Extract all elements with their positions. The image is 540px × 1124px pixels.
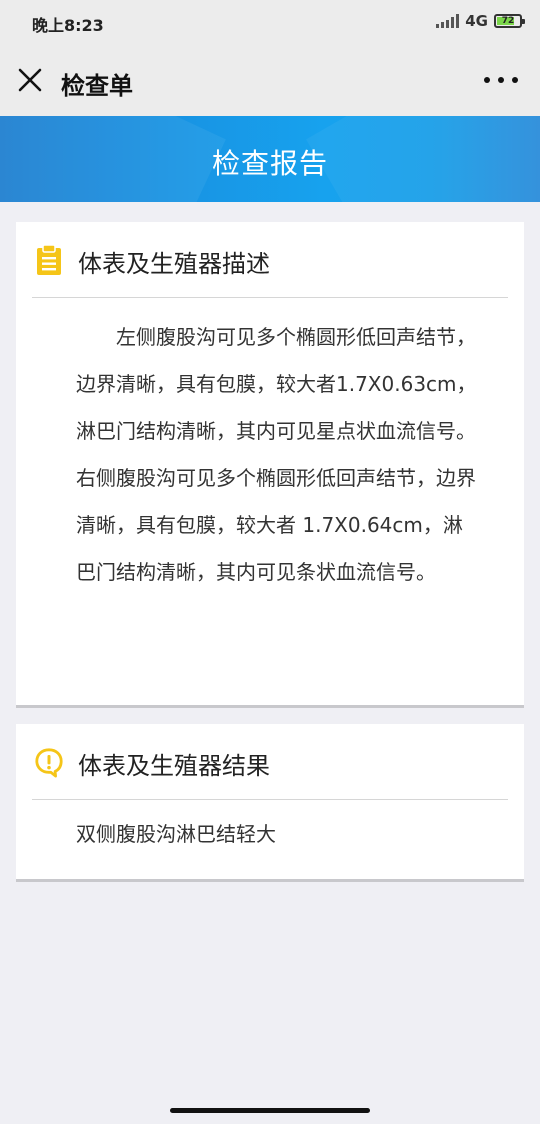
status-time: 晚上8:23 — [32, 16, 104, 35]
description-text: 左侧腹股沟可见多个椭圆形低回声结节，边界清晰，具有包膜，较大者1.7X0.63c… — [76, 325, 506, 584]
page-title: 检查单 — [61, 72, 133, 100]
clipboard-icon — [37, 244, 61, 275]
banner-title: 检查报告 — [211, 147, 328, 180]
status-bar: 晚上8:23 4G 72 — [0, 0, 540, 44]
nav-bar: 检查单 — [0, 44, 540, 116]
result-card: 体表及生殖器结果 双侧腹股沟淋巴结轻大 — [16, 724, 524, 882]
description-card: 体表及生殖器描述 左侧腹股沟可见多个椭圆形低回声结节，边界清晰，具有包膜，较大者… — [16, 222, 524, 708]
signal-icon — [436, 14, 460, 28]
result-text: 双侧腹股沟淋巴结轻大 — [76, 822, 276, 846]
close-button[interactable] — [16, 66, 44, 94]
more-icon — [484, 77, 490, 83]
status-indicators: 4G 72 — [436, 12, 525, 30]
network-label: 4G — [465, 12, 488, 30]
home-indicator[interactable] — [170, 1108, 370, 1113]
description-card-title: 体表及生殖器描述 — [78, 250, 270, 278]
result-card-title: 体表及生殖器结果 — [78, 752, 270, 780]
battery-level: 72 — [501, 16, 515, 26]
close-icon — [18, 68, 42, 92]
result-card-header: 体表及生殖器结果 — [32, 724, 508, 800]
report-banner: 检查报告 — [0, 116, 540, 202]
battery-icon: 72 — [494, 14, 525, 28]
description-card-header: 体表及生殖器描述 — [32, 222, 508, 298]
alert-bubble-icon — [35, 748, 63, 778]
more-button[interactable] — [484, 72, 518, 88]
